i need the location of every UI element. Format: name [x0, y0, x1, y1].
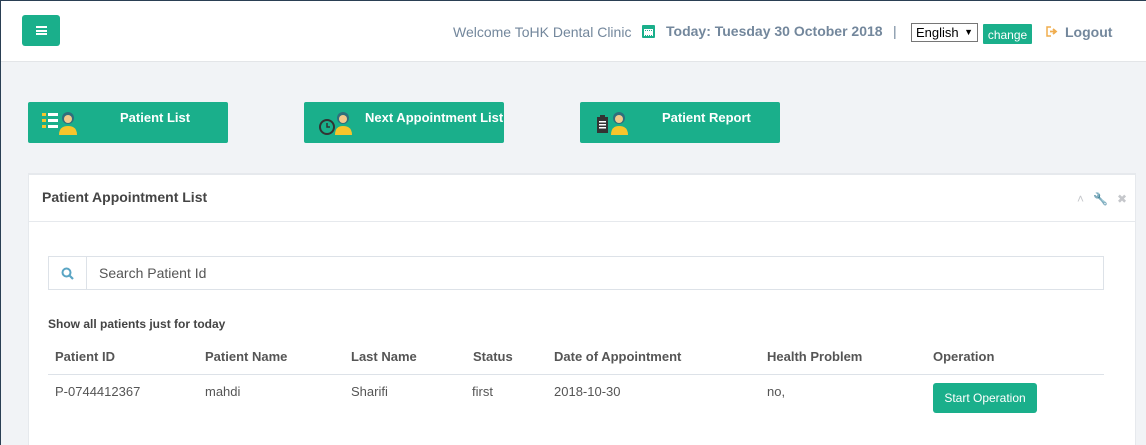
column-header-health-problem: Health Problem [767, 349, 863, 364]
cell-health-problem: no, [767, 384, 786, 399]
cell-patient-name: mahdi [205, 384, 241, 399]
cell-last-name: Sharifi [351, 384, 388, 399]
welcome-text: Welcome ToHK Dental Clinic [453, 24, 632, 40]
search-group [48, 256, 1104, 290]
column-header-patient-name: Patient Name [205, 349, 288, 364]
cell-status: first [472, 384, 493, 399]
column-header-operation: Operation [933, 349, 995, 364]
dropdown-arrow-icon: ▼ [964, 27, 973, 37]
hamburger-icon [35, 26, 47, 35]
column-header-date: Date of Appointment [554, 349, 682, 364]
patient-report-label: Patient Report [662, 110, 751, 125]
appointment-panel: Patient Appointment List ˄ 🔧 ✖ Show all … [28, 173, 1136, 445]
patient-list-icon [42, 112, 77, 135]
divider [29, 221, 1135, 222]
today-date: Today: Tuesday 30 October 2018 [666, 23, 883, 39]
language-selected: English [916, 25, 959, 40]
separator: | [893, 23, 897, 39]
change-language-button[interactable]: change [982, 23, 1033, 45]
table-header-divider [48, 374, 1104, 375]
patient-list-label: Patient List [120, 110, 191, 125]
column-header-last-name: Last Name [351, 349, 417, 364]
column-header-patient-id: Patient ID [55, 349, 115, 364]
panel-toolbox: ˄ 🔧 ✖ [1077, 192, 1127, 206]
start-operation-button[interactable]: Start Operation [933, 383, 1037, 413]
search-icon [61, 267, 74, 280]
search-addon [49, 257, 87, 289]
today-filter-note: Show all patients just for today [48, 317, 226, 331]
language-select[interactable]: English ▼ [911, 23, 978, 42]
search-patient-id-input[interactable] [87, 257, 1103, 289]
clipboard-patient-icon [597, 112, 628, 135]
cell-patient-id: P-0744412367 [55, 384, 141, 399]
logout-link[interactable]: Logout [1065, 24, 1112, 40]
calendar-icon [642, 25, 655, 38]
column-header-status: Status [473, 349, 513, 364]
next-appointment-list-button[interactable]: Next Appointment List [304, 102, 504, 143]
chevron-up-icon[interactable]: ˄ [1077, 192, 1084, 206]
clock-patient-icon [319, 112, 352, 135]
top-navbar: Welcome ToHK Dental Clinic Today: Tuesda… [1, 1, 1146, 62]
panel-title: Patient Appointment List [42, 189, 208, 205]
sign-out-icon [1046, 26, 1058, 37]
menu-toggle-button[interactable] [22, 15, 60, 46]
patient-report-button[interactable]: Patient Report [580, 102, 780, 143]
wrench-icon[interactable]: 🔧 [1093, 192, 1108, 206]
next-appointment-list-label: Next Appointment List [365, 110, 504, 125]
cell-date: 2018-10-30 [554, 384, 621, 399]
close-icon[interactable]: ✖ [1117, 192, 1127, 206]
patient-list-button[interactable]: Patient List [28, 102, 228, 143]
